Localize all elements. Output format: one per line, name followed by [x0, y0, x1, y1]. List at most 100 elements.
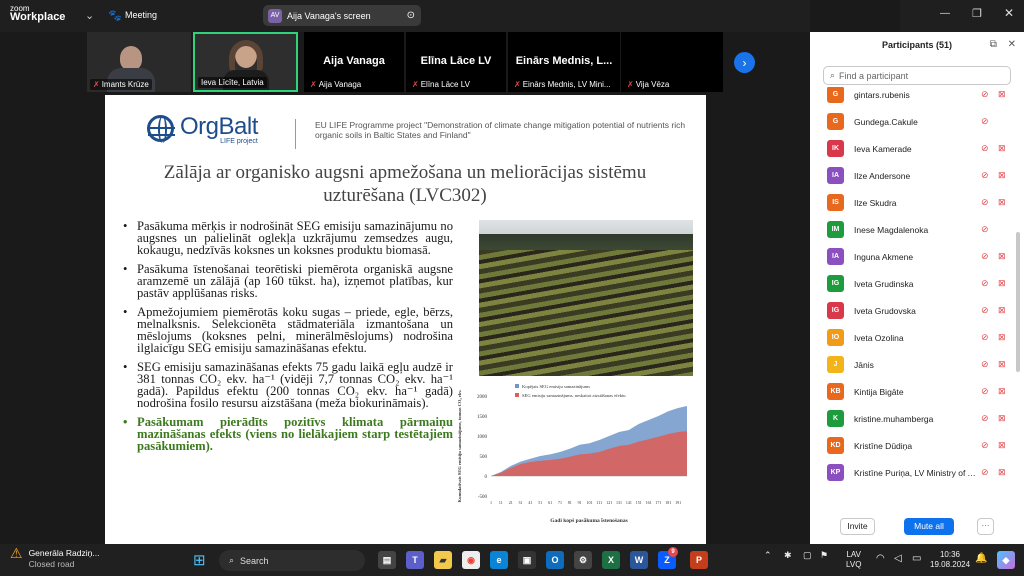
- zoom-icon[interactable]: Z 9: [658, 547, 678, 569]
- mic-muted-icon[interactable]: ⊘: [981, 170, 989, 181]
- news-widget[interactable]: ⚠ Generāla Radziņ... Closed road: [10, 546, 99, 570]
- chevron-down-icon[interactable]: ⌄: [85, 9, 94, 22]
- store-icon[interactable]: ▣: [518, 551, 536, 569]
- taskbar-search[interactable]: ⌕ Search: [219, 550, 365, 571]
- minimize-icon[interactable]: —: [940, 8, 950, 19]
- participant-row[interactable]: IA Inguna Akmene ⊘ ⊠: [810, 243, 1015, 270]
- mute-all-button[interactable]: Mute all: [904, 518, 954, 535]
- notification-bell-icon[interactable]: 🔔: [975, 554, 987, 564]
- app-name: Workplace: [10, 11, 66, 23]
- video-tile-elina[interactable]: Elīna Lāce LV ✗ Elīna Lāce LV: [406, 32, 506, 92]
- legend-swatch: [515, 393, 519, 397]
- more-button[interactable]: ···: [977, 518, 994, 535]
- mic-muted-icon[interactable]: ⊘: [981, 440, 989, 451]
- eu-project-text: EU LIFE Programme project "Demonstration…: [315, 120, 686, 140]
- camera-off-icon[interactable]: ⊠: [998, 440, 1006, 451]
- participant-name: kristine.muhamberga: [854, 413, 934, 424]
- bluetooth-icon[interactable]: ✱: [784, 550, 792, 560]
- next-page-button[interactable]: ›: [734, 52, 755, 73]
- participant-row[interactable]: IA Ilze Andersone ⊘ ⊠: [810, 162, 1015, 189]
- participant-row[interactable]: KP Kristīne Puriņa, LV Ministry of Ag... ⊘…: [810, 459, 1015, 486]
- close-panel-icon[interactable]: ✕: [1008, 39, 1016, 50]
- mic-muted-icon[interactable]: ⊘: [981, 359, 989, 370]
- participant-search-input[interactable]: ⌕ Find a participant: [823, 66, 1011, 85]
- mic-muted-icon[interactable]: ⊘: [981, 413, 989, 424]
- outlook-icon[interactable]: O: [546, 551, 564, 569]
- word-icon[interactable]: W: [630, 551, 648, 569]
- participant-name: Gundega.Cakule: [854, 116, 918, 127]
- participant-row[interactable]: Ggintars.rubenis ⊘ ⊠: [810, 87, 1015, 108]
- more-options-icon[interactable]: ⊙: [407, 10, 415, 21]
- mic-muted-icon[interactable]: ⊘: [981, 224, 989, 235]
- powerpoint-icon[interactable]: P: [690, 551, 708, 569]
- mic-muted-icon[interactable]: ⊘: [981, 332, 989, 343]
- battery-icon[interactable]: ▭: [912, 554, 921, 564]
- mic-muted-icon[interactable]: ⊘: [981, 197, 989, 208]
- camera-off-icon[interactable]: ⊠: [998, 413, 1006, 424]
- popout-icon[interactable]: ⧉: [990, 39, 997, 50]
- wifi-icon[interactable]: ◠: [876, 554, 885, 564]
- flag-icon[interactable]: ⚑: [820, 550, 828, 560]
- camera-off-icon[interactable]: ⊠: [998, 386, 1006, 397]
- camera-off-icon[interactable]: ⊠: [998, 251, 1006, 262]
- meeting-label[interactable]: Meeting: [125, 10, 157, 20]
- file-explorer-icon[interactable]: ▰: [434, 551, 452, 569]
- close-icon[interactable]: ✕: [1004, 6, 1014, 20]
- camera-off-icon[interactable]: ⊠: [998, 278, 1006, 289]
- participant-row[interactable]: J Jānis ⊘ ⊠: [810, 351, 1015, 378]
- camera-off-icon[interactable]: ⊠: [998, 467, 1006, 478]
- video-tile-vija[interactable]: ✗ Vija Vēza: [621, 32, 723, 92]
- edge-icon[interactable]: e: [490, 551, 508, 569]
- mic-muted-icon[interactable]: ⊘: [981, 467, 989, 478]
- tray-chevron-up-icon[interactable]: ⌃: [764, 550, 772, 560]
- emission-chart: Kopējais SEG emisiju samazinājums SEG emi…: [457, 384, 687, 524]
- tray-app-icon[interactable]: ▢: [803, 550, 812, 560]
- participant-row[interactable]: IK Ieva Kamerade ⊘ ⊠: [810, 135, 1015, 162]
- mic-muted-icon[interactable]: ⊘: [981, 116, 989, 127]
- camera-off-icon[interactable]: ⊠: [998, 305, 1006, 316]
- camera-off-icon[interactable]: ⊠: [998, 170, 1006, 181]
- chrome-icon[interactable]: ◉: [462, 551, 480, 569]
- participant-row[interactable]: IO Iveta Ozolina ⊘ ⊠: [810, 324, 1015, 351]
- participant-row[interactable]: KB Kintija Bigāte ⊘ ⊠: [810, 378, 1015, 405]
- language-indicator[interactable]: LAV LVQ: [846, 550, 861, 570]
- teams-icon[interactable]: T: [406, 551, 424, 569]
- settings-icon[interactable]: ⚙: [574, 551, 592, 569]
- paw-icon[interactable]: 🐾: [108, 9, 122, 22]
- windows-start-icon[interactable]: ⊞: [193, 551, 206, 569]
- shared-screen-pill[interactable]: AV Aija Vanaga's screen ⊙: [263, 5, 421, 26]
- mic-muted-icon[interactable]: ⊘: [981, 251, 989, 262]
- camera-off-icon[interactable]: ⊠: [998, 143, 1006, 154]
- video-tile-aija[interactable]: Aija Vanaga ✗ Aija Vanaga: [304, 32, 404, 92]
- tile-big-name: Aija Vanaga: [323, 55, 385, 67]
- volume-icon[interactable]: ◁: [894, 554, 902, 564]
- participant-row[interactable]: Kkristine.muhamberga ⊘ ⊠: [810, 405, 1015, 432]
- mic-muted-icon[interactable]: ⊘: [981, 386, 989, 397]
- x-tick-label: 11: [499, 500, 503, 505]
- mic-muted-icon[interactable]: ⊘: [981, 278, 989, 289]
- mic-muted-icon[interactable]: ⊘: [981, 143, 989, 154]
- orgbalt-logo: OrgBalt LIFE project: [147, 115, 258, 145]
- list-scrollbar[interactable]: [1016, 232, 1020, 372]
- excel-icon[interactable]: X: [602, 551, 620, 569]
- participant-row[interactable]: KD Kristīne Dūdiņa ⊘ ⊠: [810, 432, 1015, 459]
- copilot-icon[interactable]: ◆: [997, 551, 1015, 569]
- participant-row[interactable]: IS Ilze Skudra ⊘ ⊠: [810, 189, 1015, 216]
- clock[interactable]: 10:36 19.08.2024: [930, 550, 970, 570]
- participant-row[interactable]: IG Iveta Grudinska ⊘ ⊠: [810, 270, 1015, 297]
- mic-muted-icon[interactable]: ⊘: [981, 305, 989, 316]
- participant-row[interactable]: G Gundega.Cakule ⊘: [810, 108, 1015, 135]
- camera-off-icon[interactable]: ⊠: [998, 197, 1006, 208]
- mic-muted-icon[interactable]: ⊘: [981, 89, 989, 100]
- participant-row[interactable]: IM Inese Magdalenoka ⊘: [810, 216, 1015, 243]
- participant-row[interactable]: IG Iveta Grudovska ⊘ ⊠: [810, 297, 1015, 324]
- video-tile-ieva[interactable]: Ieva Līcīte, Latvia: [193, 32, 298, 92]
- video-tile-imants[interactable]: ✗ Imants Krūze: [87, 32, 191, 92]
- restore-icon[interactable]: ❐: [972, 7, 982, 20]
- camera-off-icon[interactable]: ⊠: [998, 359, 1006, 370]
- camera-off-icon[interactable]: ⊠: [998, 332, 1006, 343]
- task-view-icon[interactable]: ▤: [378, 551, 396, 569]
- invite-button[interactable]: Invite: [840, 518, 875, 535]
- camera-off-icon[interactable]: ⊠: [998, 89, 1006, 100]
- video-tile-einars[interactable]: Einārs Mednis, L... ✗ Einārs Mednis, LV M…: [508, 32, 620, 92]
